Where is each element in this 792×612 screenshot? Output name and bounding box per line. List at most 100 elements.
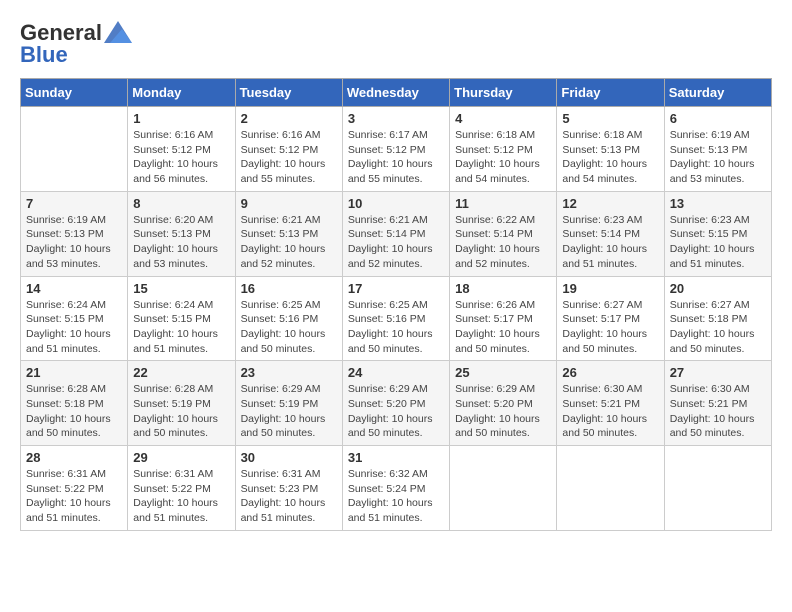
day-number: 24 [348,365,444,380]
day-info: Sunrise: 6:31 AM Sunset: 5:22 PM Dayligh… [133,467,229,526]
calendar-cell: 7Sunrise: 6:19 AM Sunset: 5:13 PM Daylig… [21,191,128,276]
day-info: Sunrise: 6:31 AM Sunset: 5:23 PM Dayligh… [241,467,337,526]
day-info: Sunrise: 6:24 AM Sunset: 5:15 PM Dayligh… [133,298,229,357]
calendar-cell [557,446,664,531]
calendar-week-row: 21Sunrise: 6:28 AM Sunset: 5:18 PM Dayli… [21,361,772,446]
day-number: 28 [26,450,122,465]
day-number: 2 [241,111,337,126]
day-number: 18 [455,281,551,296]
calendar-cell: 10Sunrise: 6:21 AM Sunset: 5:14 PM Dayli… [342,191,449,276]
day-info: Sunrise: 6:29 AM Sunset: 5:20 PM Dayligh… [455,382,551,441]
calendar-cell: 25 Sunrise: 6:29 AM Sunset: 5:20 PM Dayli… [450,361,557,446]
day-info: Sunrise: 6:18 AM Sunset: 5:13 PM Dayligh… [562,128,658,187]
calendar-cell [21,107,128,192]
day-info: Sunrise: 6:19 AM Sunset: 5:13 PM Dayligh… [670,128,766,187]
day-number: 26 [562,365,658,380]
day-number: 6 [670,111,766,126]
calendar-cell: 21Sunrise: 6:28 AM Sunset: 5:18 PM Dayli… [21,361,128,446]
calendar-cell: 14 Sunrise: 6:24 AM Sunset: 5:15 PM Dayli… [21,276,128,361]
day-number: 22 [133,365,229,380]
weekday-header: Saturday [664,79,771,107]
calendar-cell [664,446,771,531]
day-number: 9 [241,196,337,211]
calendar-cell: 27 Sunrise: 6:30 AM Sunset: 5:21 PM Dayli… [664,361,771,446]
calendar-cell: 23Sunrise: 6:29 AM Sunset: 5:19 PM Dayli… [235,361,342,446]
calendar-cell: 4 Sunrise: 6:18 AM Sunset: 5:12 PM Daylig… [450,107,557,192]
weekday-header: Tuesday [235,79,342,107]
day-info: Sunrise: 6:25 AM Sunset: 5:16 PM Dayligh… [241,298,337,357]
calendar-cell: 24 Sunrise: 6:29 AM Sunset: 5:20 PM Dayli… [342,361,449,446]
logo-icon [104,21,132,43]
weekday-header: Friday [557,79,664,107]
day-info: Sunrise: 6:29 AM Sunset: 5:20 PM Dayligh… [348,382,444,441]
logo: General Blue [20,20,132,68]
calendar-week-row: 14 Sunrise: 6:24 AM Sunset: 5:15 PM Dayli… [21,276,772,361]
weekday-header: Thursday [450,79,557,107]
calendar-cell [450,446,557,531]
day-number: 13 [670,196,766,211]
day-number: 27 [670,365,766,380]
day-info: Sunrise: 6:20 AM Sunset: 5:13 PM Dayligh… [133,213,229,272]
calendar-cell: 12 Sunrise: 6:23 AM Sunset: 5:14 PM Dayli… [557,191,664,276]
calendar-cell: 6 Sunrise: 6:19 AM Sunset: 5:13 PM Daylig… [664,107,771,192]
logo-blue: Blue [20,42,68,68]
calendar-cell: 9 Sunrise: 6:21 AM Sunset: 5:13 PM Daylig… [235,191,342,276]
day-info: Sunrise: 6:18 AM Sunset: 5:12 PM Dayligh… [455,128,551,187]
day-info: Sunrise: 6:30 AM Sunset: 5:21 PM Dayligh… [562,382,658,441]
day-info: Sunrise: 6:16 AM Sunset: 5:12 PM Dayligh… [133,128,229,187]
day-number: 1 [133,111,229,126]
page-header: General Blue [20,20,772,68]
day-info: Sunrise: 6:19 AM Sunset: 5:13 PM Dayligh… [26,213,122,272]
calendar-cell: 19 Sunrise: 6:27 AM Sunset: 5:17 PM Dayli… [557,276,664,361]
day-info: Sunrise: 6:32 AM Sunset: 5:24 PM Dayligh… [348,467,444,526]
day-number: 11 [455,196,551,211]
calendar-cell: 15Sunrise: 6:24 AM Sunset: 5:15 PM Dayli… [128,276,235,361]
calendar-cell: 31 Sunrise: 6:32 AM Sunset: 5:24 PM Dayli… [342,446,449,531]
day-number: 29 [133,450,229,465]
weekday-header: Monday [128,79,235,107]
day-number: 19 [562,281,658,296]
weekday-header: Wednesday [342,79,449,107]
calendar-week-row: 28 Sunrise: 6:31 AM Sunset: 5:22 PM Dayli… [21,446,772,531]
day-number: 10 [348,196,444,211]
calendar-cell: 30 Sunrise: 6:31 AM Sunset: 5:23 PM Dayli… [235,446,342,531]
weekday-header: Sunday [21,79,128,107]
day-info: Sunrise: 6:16 AM Sunset: 5:12 PM Dayligh… [241,128,337,187]
day-number: 25 [455,365,551,380]
calendar-cell: 2 Sunrise: 6:16 AM Sunset: 5:12 PM Daylig… [235,107,342,192]
day-info: Sunrise: 6:28 AM Sunset: 5:19 PM Dayligh… [133,382,229,441]
day-info: Sunrise: 6:24 AM Sunset: 5:15 PM Dayligh… [26,298,122,357]
day-number: 14 [26,281,122,296]
calendar-cell: 8 Sunrise: 6:20 AM Sunset: 5:13 PM Daylig… [128,191,235,276]
calendar-cell: 13 Sunrise: 6:23 AM Sunset: 5:15 PM Dayli… [664,191,771,276]
calendar-cell: 1 Sunrise: 6:16 AM Sunset: 5:12 PM Daylig… [128,107,235,192]
day-number: 30 [241,450,337,465]
day-number: 3 [348,111,444,126]
day-info: Sunrise: 6:25 AM Sunset: 5:16 PM Dayligh… [348,298,444,357]
day-info: Sunrise: 6:27 AM Sunset: 5:18 PM Dayligh… [670,298,766,357]
day-info: Sunrise: 6:30 AM Sunset: 5:21 PM Dayligh… [670,382,766,441]
calendar-cell: 17Sunrise: 6:25 AM Sunset: 5:16 PM Dayli… [342,276,449,361]
day-number: 31 [348,450,444,465]
day-info: Sunrise: 6:31 AM Sunset: 5:22 PM Dayligh… [26,467,122,526]
calendar-cell: 29 Sunrise: 6:31 AM Sunset: 5:22 PM Dayli… [128,446,235,531]
calendar-cell: 3Sunrise: 6:17 AM Sunset: 5:12 PM Daylig… [342,107,449,192]
calendar-cell: 16Sunrise: 6:25 AM Sunset: 5:16 PM Dayli… [235,276,342,361]
calendar-cell: 5 Sunrise: 6:18 AM Sunset: 5:13 PM Daylig… [557,107,664,192]
day-info: Sunrise: 6:23 AM Sunset: 5:15 PM Dayligh… [670,213,766,272]
day-info: Sunrise: 6:21 AM Sunset: 5:13 PM Dayligh… [241,213,337,272]
calendar-cell: 11 Sunrise: 6:22 AM Sunset: 5:14 PM Dayli… [450,191,557,276]
day-number: 12 [562,196,658,211]
day-number: 8 [133,196,229,211]
day-info: Sunrise: 6:23 AM Sunset: 5:14 PM Dayligh… [562,213,658,272]
day-number: 21 [26,365,122,380]
day-number: 4 [455,111,551,126]
calendar-week-row: 1 Sunrise: 6:16 AM Sunset: 5:12 PM Daylig… [21,107,772,192]
day-info: Sunrise: 6:29 AM Sunset: 5:19 PM Dayligh… [241,382,337,441]
day-info: Sunrise: 6:22 AM Sunset: 5:14 PM Dayligh… [455,213,551,272]
day-info: Sunrise: 6:27 AM Sunset: 5:17 PM Dayligh… [562,298,658,357]
day-info: Sunrise: 6:26 AM Sunset: 5:17 PM Dayligh… [455,298,551,357]
day-number: 5 [562,111,658,126]
calendar-cell: 28 Sunrise: 6:31 AM Sunset: 5:22 PM Dayli… [21,446,128,531]
calendar-cell: 20Sunrise: 6:27 AM Sunset: 5:18 PM Dayli… [664,276,771,361]
